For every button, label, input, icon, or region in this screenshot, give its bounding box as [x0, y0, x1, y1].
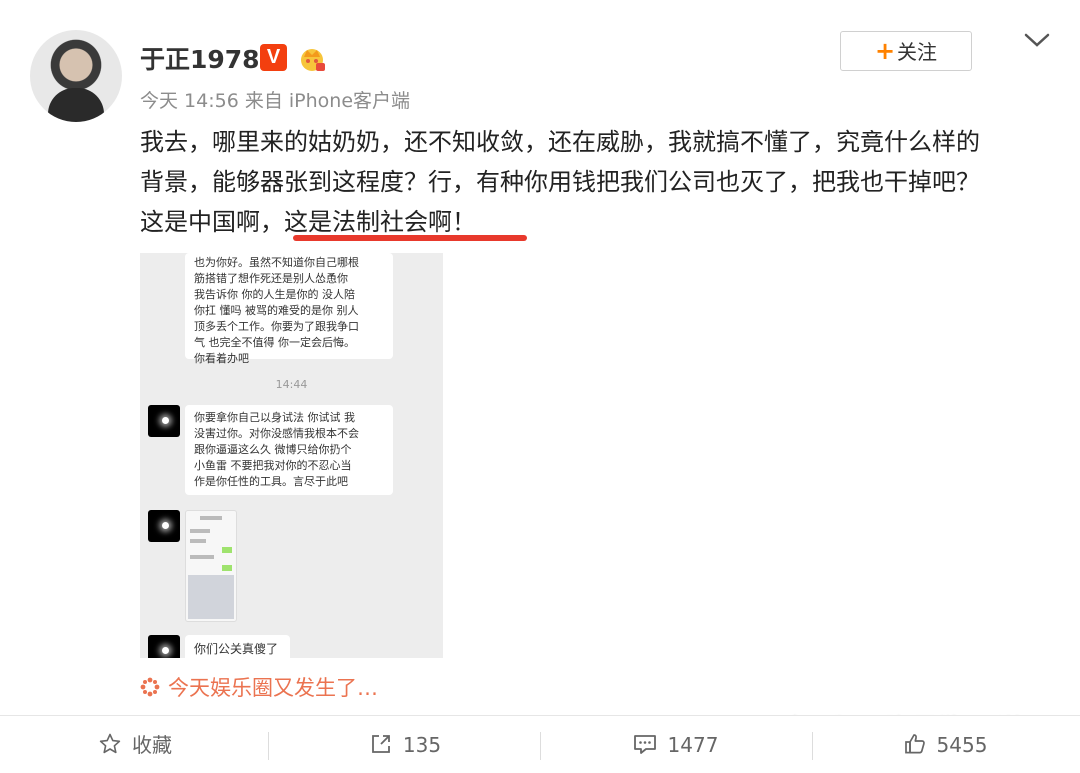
post-text-highlight: 这是法制社会啊！ — [284, 208, 476, 236]
favorite-label: 收藏 — [132, 733, 172, 757]
chat-line: 作是你任性的工具。言尽于此吧 — [194, 475, 348, 488]
thumbnail-detail — [190, 539, 206, 543]
chat-line: 气 也完全不值得 你一定会后悔。 — [194, 336, 355, 349]
chat-timestamp: 14:44 — [275, 378, 308, 391]
crown-icon — [301, 49, 325, 71]
post-text-line: 我去，哪里来的姑奶奶，还不知收敛，还在威胁，我就搞不懂了，究竟什么样的 — [140, 128, 980, 156]
chevron-down-icon[interactable] — [1024, 32, 1050, 48]
thumbnail-detail — [222, 547, 232, 553]
chat-line: 也为你好。虽然不知道你自己哪根 — [194, 256, 359, 269]
flower-icon — [140, 677, 160, 697]
chat-line: 跟你逼逼这么久 微博只给你扔个 — [194, 443, 352, 456]
chat-line: 你扛 懂吗 被骂的难受的是你 别人 — [194, 304, 359, 317]
action-divider — [268, 732, 269, 760]
repost-button[interactable]: 135 — [270, 716, 540, 773]
weibo-post: 于正1978 V 今天 14:56 来自 iPhone客户端 + 关注 我去，哪里… — [0, 0, 1080, 715]
chat-avatar — [148, 635, 180, 658]
red-underline-annotation — [293, 235, 527, 241]
repost-count: 135 — [402, 733, 442, 757]
follow-button[interactable]: + 关注 — [840, 31, 972, 71]
chat-line: 筋搭错了想作死还是别人怂恿你 — [194, 272, 348, 285]
comment-icon — [633, 735, 656, 754]
chat-line: 你要拿你自己以身试法 你试试 我 — [194, 411, 355, 424]
topic-tagline[interactable]: 今天娱乐圈又发生了… — [140, 672, 378, 702]
chat-avatar — [148, 510, 180, 542]
post-text-line: 这是中国啊，这是法制社会啊！ — [140, 202, 1050, 242]
follow-button-label: 关注 — [897, 40, 938, 64]
post-text: 我去，哪里来的姑奶奶，还不知收敛，还在威胁，我就搞不懂了，究竟什么样的 背景，能… — [140, 122, 1050, 242]
chat-line: 小鱼雷 不要把我对你的不忍心当 — [194, 459, 352, 472]
thumbs-up-icon — [904, 734, 925, 754]
thumbnail-detail — [200, 516, 222, 520]
verified-badge-icon: V — [260, 44, 287, 71]
chat-bubble: 也为你好。虽然不知道你自己哪根 筋搭错了想作死还是别人怂恿你 我告诉你 你的人生… — [185, 253, 393, 365]
username[interactable]: 于正1978 — [140, 40, 260, 76]
topic-tagline-text: 今天娱乐圈又发生了… — [168, 676, 378, 700]
chat-bubble: 你要拿你自己以身试法 你试试 我 没害过你。对你没感情我根本不会 跟你逼逼这么久… — [185, 405, 393, 495]
avatar[interactable] — [30, 30, 122, 122]
like-count: 5455 — [936, 733, 988, 757]
thumbnail-detail — [222, 565, 232, 571]
share-icon — [372, 735, 390, 753]
favorite-button[interactable]: 收藏 — [0, 716, 270, 773]
post-text-segment: 这是中国啊， — [140, 208, 284, 236]
thumbnail-detail — [190, 555, 214, 559]
post-text-line: 背景，能够器张到这程度？行，有种你用钱把我们公司也灭了，把我也干掉吧？ — [140, 168, 980, 196]
thumbnail-detail — [190, 529, 210, 533]
comment-count: 1477 — [667, 733, 719, 757]
chat-line: 我告诉你 你的人生是你的 没人陪 — [194, 288, 355, 301]
like-button[interactable]: 5455 — [810, 716, 1080, 773]
star-icon — [99, 733, 121, 754]
chat-bubble: 你们公关真傻了 — [185, 635, 290, 658]
post-meta: 今天 14:56 来自 iPhone客户端 — [140, 90, 411, 112]
comment-button[interactable]: 1477 — [540, 716, 810, 773]
chat-line: 没害过你。对你没感情我根本不会 — [194, 427, 359, 440]
thumbnail-keyboard — [188, 575, 234, 619]
action-bar: 收藏 135 1477 5455 — [0, 715, 1080, 773]
chat-avatar — [148, 405, 180, 437]
chat-line: 顶多丢个工作。你要为了跟我争口 — [194, 320, 359, 333]
plus-icon: + — [874, 37, 896, 65]
embedded-chat-screenshot[interactable]: 也为你好。虽然不知道你自己哪根 筋搭错了想作死还是别人怂恿你 我告诉你 你的人生… — [140, 253, 443, 658]
chat-image-thumbnail — [185, 510, 237, 622]
chat-line: 你看着办吧 — [194, 352, 249, 365]
